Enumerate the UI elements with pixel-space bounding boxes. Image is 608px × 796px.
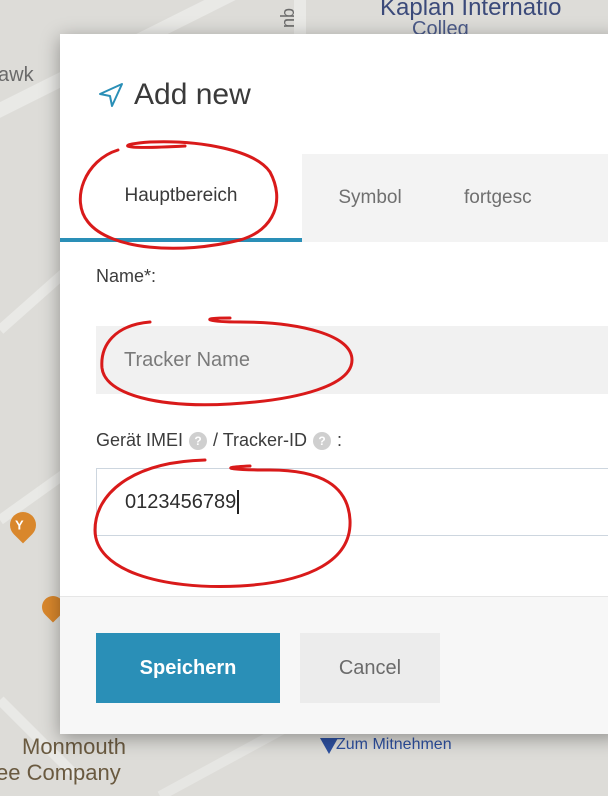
- dialog-title-row: Add new: [96, 78, 251, 112]
- tracker-name-input[interactable]: Tracker Name: [96, 326, 608, 394]
- map-label-company: ee Company: [0, 760, 121, 785]
- add-tracker-dialog: Add new Hauptbereich Symbol fortgesc Nam…: [60, 34, 608, 734]
- dialog-footer: Speichern Cancel: [60, 597, 608, 734]
- navigation-arrow-icon: [99, 83, 123, 107]
- imei-label: Gerät IMEI ? / Tracker-ID ? :: [96, 430, 342, 451]
- dialog-title: Add new: [134, 78, 251, 111]
- tracker-name-placeholder: Tracker Name: [124, 348, 250, 371]
- name-label: Name*:: [96, 266, 157, 286]
- imei-label-colon: :: [337, 430, 343, 450]
- tab-symbol[interactable]: Symbol: [302, 154, 438, 242]
- map-label-kaplan: Kaplan Internatio: [380, 0, 562, 21]
- save-button[interactable]: Speichern: [96, 633, 280, 703]
- cancel-button[interactable]: Cancel: [300, 633, 440, 703]
- tab-fortgeschritten[interactable]: fortgesc: [438, 154, 608, 242]
- dialog-header: Add new: [60, 34, 608, 152]
- imei-help-icon[interactable]: ?: [189, 431, 208, 450]
- device-imei-input[interactable]: 0123456789: [96, 468, 608, 536]
- map-label-awk: awk: [0, 64, 34, 86]
- tracker-id-label-text: / Tracker-ID: [213, 430, 308, 450]
- tab-hauptbereich[interactable]: Hauptbereich: [60, 154, 302, 242]
- map-label-vertical: qu: [280, 8, 300, 29]
- text-caret: [237, 490, 240, 514]
- dialog-tabs: Hauptbereich Symbol fortgesc: [60, 154, 608, 242]
- device-imei-value: 0123456789: [125, 490, 237, 513]
- map-label-zum-mitnehmen: Zum Mitnehmen: [336, 736, 452, 753]
- tracker-id-help-icon[interactable]: ?: [313, 431, 332, 450]
- imei-label-text: Gerät IMEI: [96, 430, 184, 450]
- map-label-monmouth: Monmouth: [22, 734, 126, 759]
